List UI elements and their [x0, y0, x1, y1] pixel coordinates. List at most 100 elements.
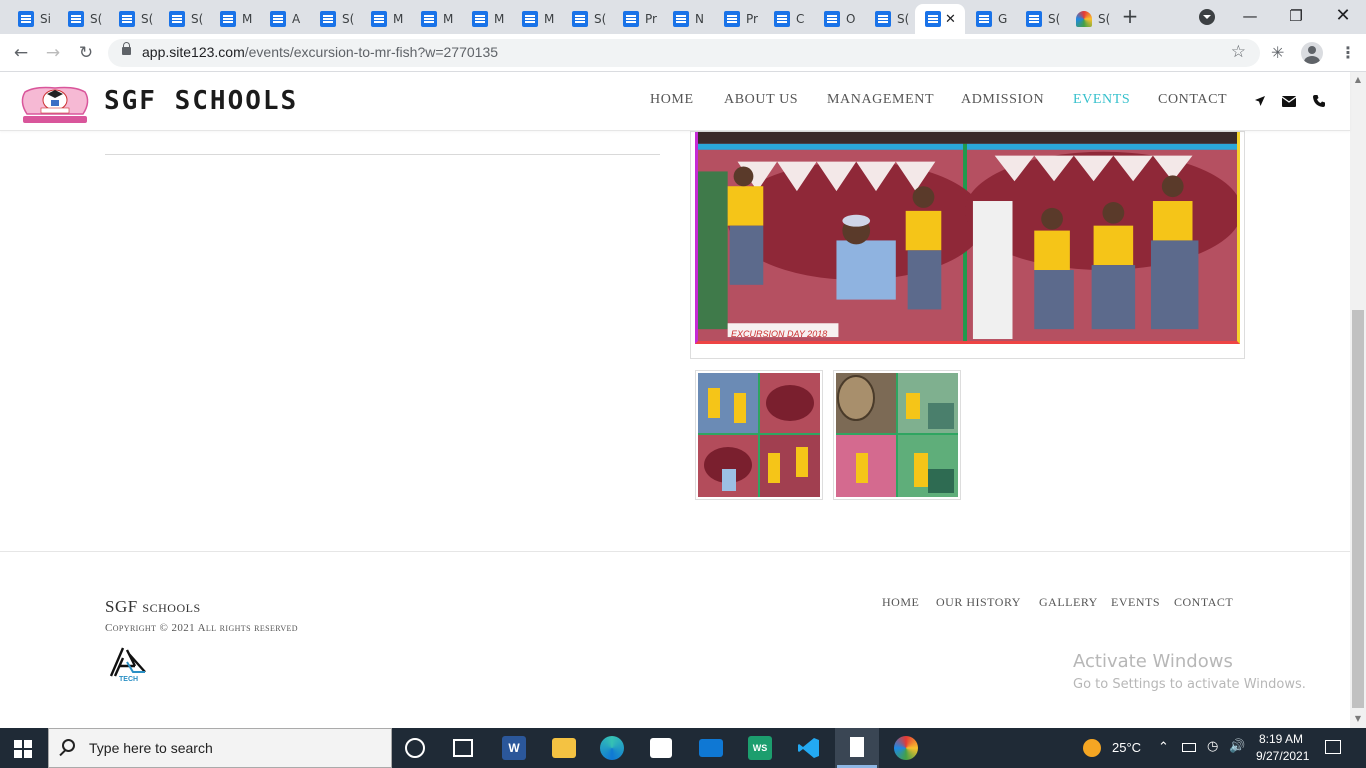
- task-view-icon[interactable]: [453, 739, 473, 757]
- browser-tab-active[interactable]: ✕: [915, 4, 965, 34]
- notepad-icon: [850, 737, 864, 757]
- forward-button[interactable]: →: [42, 42, 64, 64]
- weather-temperature[interactable]: 25°C: [1112, 740, 1141, 755]
- browser-tab[interactable]: A: [260, 4, 310, 34]
- browser-tab[interactable]: G: [966, 4, 1016, 34]
- browser-tab-label: Si: [40, 12, 51, 26]
- browser-tab-label: S(: [897, 12, 910, 26]
- footer-nav-gallery[interactable]: GALLERY: [1039, 595, 1098, 610]
- paint-icon[interactable]: [894, 736, 918, 760]
- weather-sun-icon[interactable]: [1083, 739, 1101, 757]
- thumbnail-image: [698, 373, 820, 497]
- taskbar-search-box[interactable]: Type here to search: [48, 728, 392, 768]
- file-explorer-icon[interactable]: [552, 738, 576, 758]
- clock-date[interactable]: 9/27/2021: [1256, 749, 1309, 763]
- nav-contact[interactable]: CONTACT: [1158, 92, 1227, 108]
- clock-time[interactable]: 8:19 AM: [1259, 732, 1303, 746]
- browser-tab[interactable]: M: [361, 4, 411, 34]
- envelope-icon[interactable]: [1282, 96, 1296, 107]
- microsoft-store-icon[interactable]: [650, 738, 672, 758]
- scroll-up-arrow-icon[interactable]: ▲: [1352, 74, 1364, 86]
- browser-tab[interactable]: S(: [562, 4, 612, 34]
- windows-start-icon[interactable]: [14, 740, 32, 758]
- browser-tab[interactable]: M: [462, 4, 512, 34]
- footer-nav-home[interactable]: HOME: [882, 595, 919, 610]
- nav-events[interactable]: EVENTS: [1073, 92, 1130, 108]
- vscode-icon[interactable]: [797, 736, 821, 760]
- nav-home[interactable]: HOME: [650, 92, 694, 108]
- footer-nav-our-history[interactable]: OUR HISTORY: [936, 595, 1021, 610]
- word-icon[interactable]: W: [502, 736, 526, 760]
- show-hidden-icons-chevron-icon[interactable]: ⌃: [1158, 739, 1169, 755]
- restore-button[interactable]: ❐: [1273, 0, 1319, 34]
- url-text[interactable]: app.site123.com/events/excursion-to-mr-f…: [142, 44, 498, 60]
- browser-tab[interactable]: S(: [865, 4, 915, 34]
- volume-icon[interactable]: 🔊: [1229, 738, 1245, 754]
- browser-tab[interactable]: S(: [310, 4, 360, 34]
- browser-tab[interactable]: M: [210, 4, 260, 34]
- main-gallery-image[interactable]: EXCURSION DAY 2018: [690, 131, 1245, 359]
- close-tab-icon[interactable]: ✕: [945, 12, 956, 27]
- minimize-button[interactable]: —: [1227, 0, 1273, 34]
- tab-strip: + — ❐ ✕ Si S(S(S(M A S(M M M M S(Pr N Pr C O S(✕ G S(S…: [0, 0, 1366, 34]
- docs-icon: [270, 11, 286, 27]
- docs-icon: [119, 11, 135, 27]
- browser-tab[interactable]: S(: [109, 4, 159, 34]
- site-header: SGF SCHOOLS HOME ABOUT US MANAGEMENT ADM…: [0, 72, 1350, 131]
- footer-nav-events[interactable]: EVENTS: [1111, 595, 1160, 610]
- windows-taskbar: Type here to search W WS 25°C ⌃ ◷ 🔊 8:19…: [0, 728, 1366, 768]
- location-arrow-icon[interactable]: [1254, 95, 1266, 107]
- new-tab-button[interactable]: +: [1119, 6, 1141, 28]
- mail-icon[interactable]: [699, 739, 723, 757]
- nav-management[interactable]: MANAGEMENT: [827, 92, 934, 108]
- close-window-button[interactable]: ✕: [1320, 0, 1366, 34]
- browser-tab[interactable]: S(: [1066, 4, 1116, 34]
- wifi-icon[interactable]: ◷: [1207, 738, 1218, 754]
- battery-icon[interactable]: [1182, 743, 1196, 752]
- notifications-icon[interactable]: [1325, 740, 1341, 754]
- docs-icon: [724, 11, 740, 27]
- browser-tab[interactable]: O: [814, 4, 864, 34]
- tab-search-icon[interactable]: [1199, 9, 1215, 25]
- address-bar[interactable]: app.site123.com/events/excursion-to-mr-f…: [108, 39, 1260, 67]
- browser-tab[interactable]: N: [663, 4, 713, 34]
- nav-admission[interactable]: ADMISSION: [961, 92, 1044, 108]
- browser-tab-label: M: [242, 12, 253, 26]
- scroll-down-arrow-icon[interactable]: ▼: [1352, 713, 1364, 725]
- browser-tab[interactable]: M: [411, 4, 461, 34]
- nav-about-us[interactable]: ABOUT US: [724, 92, 798, 108]
- cortana-icon[interactable]: [405, 738, 425, 758]
- bookmark-star-icon[interactable]: ☆: [1231, 42, 1246, 62]
- page-scrollbar-thumb[interactable]: [1352, 310, 1364, 708]
- browser-tab-label: A: [292, 12, 301, 26]
- browser-tab[interactable]: S(: [58, 4, 108, 34]
- browser-tab[interactable]: S(: [159, 4, 209, 34]
- browser-tab[interactable]: Pr: [613, 4, 663, 34]
- site-brand[interactable]: SGF SCHOOLS: [104, 86, 298, 116]
- browser-tab[interactable]: C: [764, 4, 814, 34]
- extensions-icon[interactable]: ✳: [1271, 43, 1284, 62]
- browser-menu-icon[interactable]: ⋮: [1340, 43, 1356, 62]
- back-button[interactable]: ←: [10, 42, 32, 64]
- browser-tab[interactable]: Si: [8, 4, 58, 34]
- docs-icon: [1026, 11, 1042, 27]
- phone-icon[interactable]: [1313, 95, 1325, 107]
- taskbar-active-app[interactable]: [835, 728, 879, 768]
- docs-icon: [572, 11, 588, 27]
- footer-nav-contact[interactable]: CONTACT: [1174, 595, 1233, 610]
- url-path: /events/excursion-to-mr-fish?w=2770135: [244, 44, 499, 60]
- browser-tab[interactable]: M: [512, 4, 562, 34]
- profile-avatar[interactable]: [1301, 42, 1323, 64]
- browser-tab[interactable]: S(: [1016, 4, 1066, 34]
- docs-icon: [875, 11, 891, 27]
- tech-logo[interactable]: TECH: [105, 640, 151, 686]
- gallery-thumbnail[interactable]: [695, 370, 823, 500]
- edge-browser-icon[interactable]: [600, 736, 624, 760]
- browser-tab[interactable]: Pr: [714, 4, 764, 34]
- reload-button[interactable]: ↻: [75, 42, 97, 64]
- docs-icon: [472, 11, 488, 27]
- browser-tab-label: G: [998, 12, 1008, 26]
- webstorm-icon[interactable]: WS: [748, 736, 772, 760]
- school-logo[interactable]: [17, 80, 93, 126]
- gallery-thumbnail[interactable]: [833, 370, 961, 500]
